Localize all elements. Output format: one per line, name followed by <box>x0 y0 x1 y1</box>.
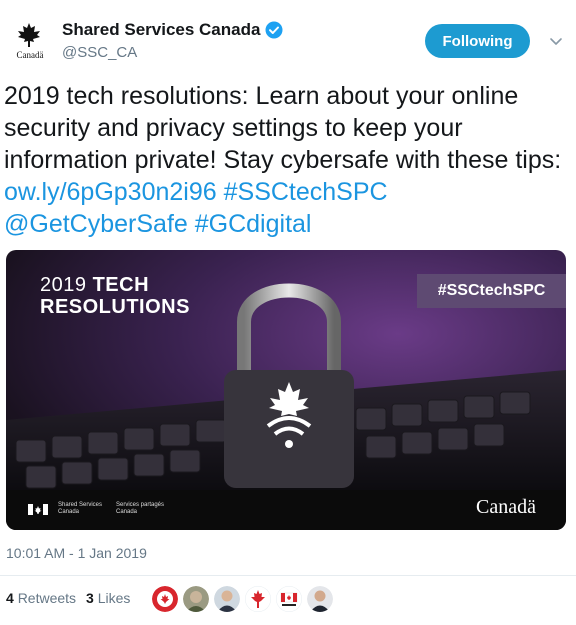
media-title-tech: TECH <box>92 274 150 296</box>
liker-avatar[interactable] <box>245 586 271 612</box>
chevron-down-icon[interactable] <box>548 33 564 49</box>
divider <box>0 575 576 576</box>
media-title: 2019 TECH RESOLUTIONS <box>40 274 190 318</box>
media-hashtag-badge: #SSCtechSPC <box>417 274 566 308</box>
mention-link[interactable]: @GetCyberSafe <box>4 210 188 238</box>
account-name-row[interactable]: Shared Services Canada <box>62 20 283 40</box>
engagement-stats: 4 Retweets 3 Likes <box>6 590 130 606</box>
footer-en-line1: Shared Services <box>58 502 103 508</box>
likes-stat[interactable]: 3 Likes <box>86 590 130 606</box>
following-button[interactable]: Following <box>425 24 530 58</box>
liker-avatar[interactable] <box>183 586 209 612</box>
footer-fr-line1: Services partagés <box>116 502 165 508</box>
liker-avatar[interactable] <box>152 586 178 612</box>
account-name[interactable]: Shared Services Canada <box>62 20 260 40</box>
footer-fr-line2: Canada <box>116 509 138 515</box>
tweet-image[interactable]: 2019 TECH RESOLUTIONS #SSCtechSPC Shared… <box>6 250 566 530</box>
retweets-count: 4 <box>6 590 14 606</box>
liker-avatar[interactable] <box>276 586 302 612</box>
tweet-body: 2019 tech resolutions: Learn about your … <box>4 82 562 174</box>
media-title-year: 2019 <box>40 274 87 296</box>
media-footer: Shared Services Canada Services partagés… <box>6 490 566 530</box>
hashtag-link[interactable]: #SSCtechSPC <box>224 178 388 206</box>
likers-avatars <box>152 586 333 612</box>
verified-badge-icon <box>265 21 283 39</box>
hashtag-link[interactable]: #GCdigital <box>195 210 312 238</box>
footer-en: Shared Services Canada <box>58 502 102 516</box>
retweets-stat[interactable]: 4 Retweets <box>6 590 76 606</box>
tweet-timestamp[interactable]: 10:01 AM - 1 Jan 2019 <box>6 545 147 561</box>
likes-count: 3 <box>86 590 94 606</box>
tweet-text: 2019 tech resolutions: Learn about your … <box>4 80 572 240</box>
account-handle[interactable]: @SSC_CA <box>62 44 137 61</box>
avatar-wordmark: Canadä <box>16 50 44 60</box>
retweets-label: Retweets <box>17 590 77 606</box>
tweet-header: Canadä Shared Services Canada @SSC_CA Fo… <box>0 0 576 80</box>
footer-en-line2: Canada <box>58 509 80 515</box>
footer-fr: Services partagés Canada <box>116 502 164 516</box>
tweet-link[interactable]: ow.ly/6pGp30n2i96 <box>4 178 217 206</box>
likes-label: Likes <box>97 590 131 606</box>
liker-avatar[interactable] <box>214 586 240 612</box>
liker-avatar[interactable] <box>307 586 333 612</box>
canada-flag-icon <box>28 504 48 515</box>
maple-leaf-icon <box>18 23 40 47</box>
media-title-resolutions: RESOLUTIONS <box>40 296 190 318</box>
account-avatar[interactable]: Canadä <box>8 18 52 66</box>
canada-wordmark: Canadä <box>476 496 536 518</box>
